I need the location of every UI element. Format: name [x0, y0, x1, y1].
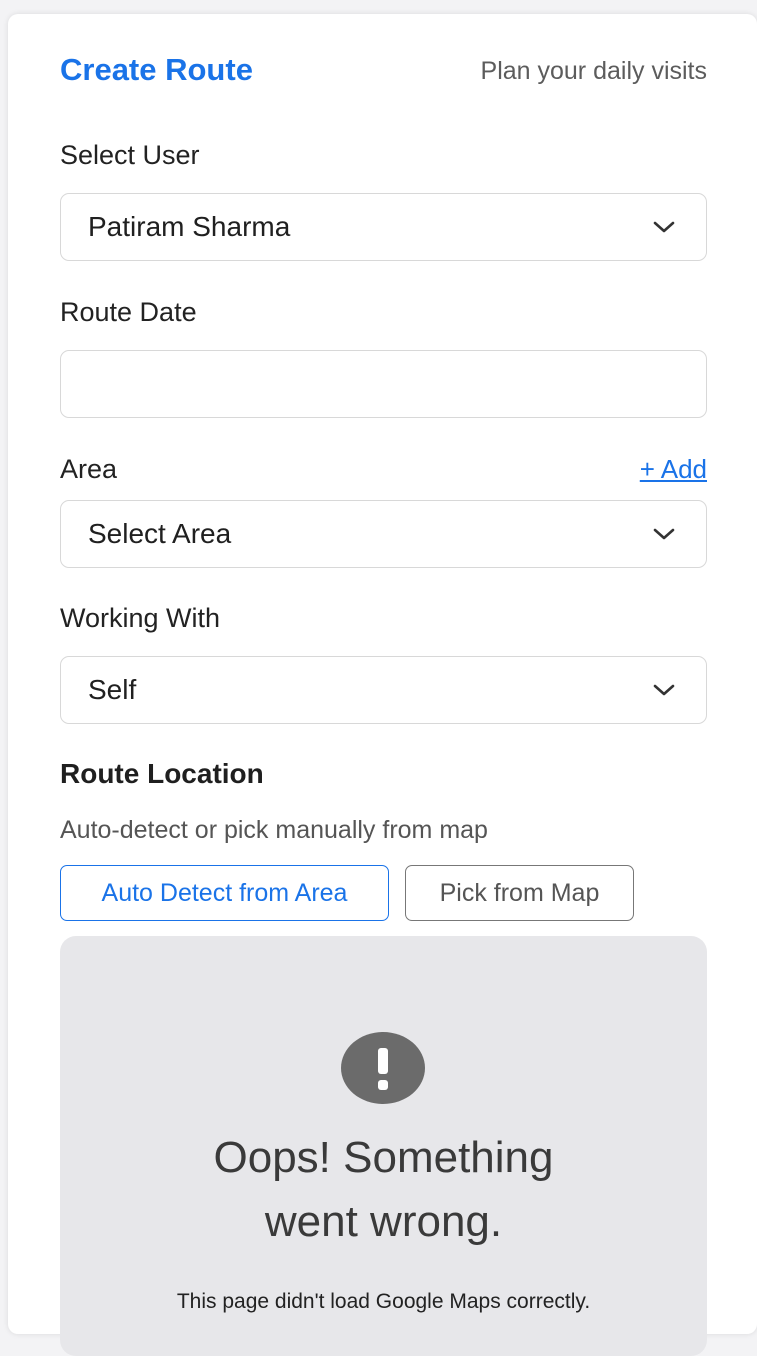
select-user-value: Patiram Sharma — [88, 211, 291, 242]
chevron-down-icon — [653, 684, 675, 696]
route-date-label: Route Date — [60, 297, 197, 327]
pick-from-map-button[interactable]: Pick from Map — [405, 865, 634, 921]
working-with-label: Working With — [60, 603, 221, 633]
route-date-input[interactable] — [60, 350, 707, 418]
map-error-title: Oops! Something went wrong. — [60, 1126, 707, 1254]
working-with-value: Self — [88, 674, 137, 705]
area-label: Area — [60, 454, 118, 484]
page-header: Create Route Plan your daily visits — [60, 52, 707, 92]
route-location-title: Route Location — [60, 758, 264, 789]
select-user-label: Select User — [60, 140, 200, 170]
map-container[interactable]: Oops! Something went wrong. This page di… — [60, 936, 707, 1356]
page-title: Create Route — [60, 52, 253, 87]
route-location-helper: Auto-detect or pick manually from map — [60, 816, 488, 844]
add-area-link[interactable]: + Add — [640, 454, 707, 485]
page-subtitle: Plan your daily visits — [480, 57, 707, 85]
select-area-dropdown[interactable]: Select Area — [60, 500, 707, 568]
map-error-message: This page didn't load Google Maps correc… — [176, 1290, 591, 1313]
chevron-down-icon — [653, 221, 675, 233]
auto-detect-button[interactable]: Auto Detect from Area — [60, 865, 389, 921]
exclamation-icon — [341, 1032, 425, 1104]
working-with-dropdown[interactable]: Self — [60, 656, 707, 724]
chevron-down-icon — [653, 528, 675, 540]
map-error-title-line1: Oops! Something — [213, 1133, 554, 1182]
map-error-title-line2: went wrong. — [264, 1197, 503, 1246]
select-user-dropdown[interactable]: Patiram Sharma — [60, 193, 707, 261]
select-area-value: Select Area — [88, 518, 232, 549]
